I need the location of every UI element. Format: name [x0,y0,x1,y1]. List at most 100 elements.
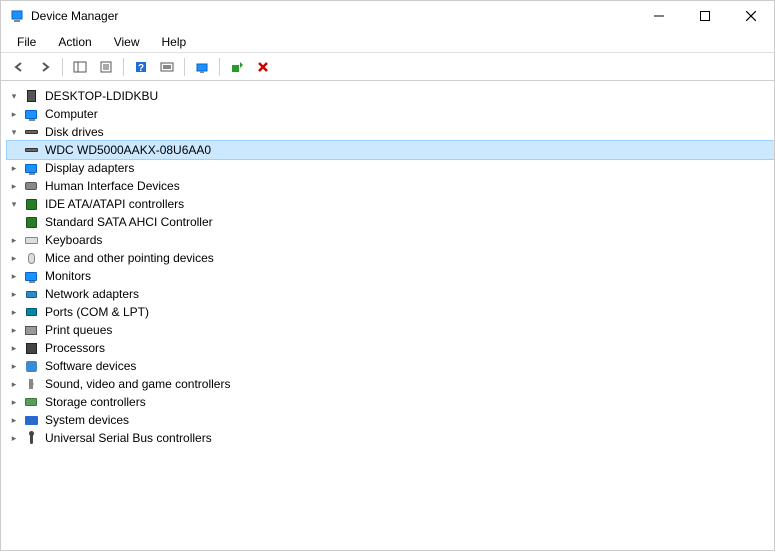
node-monitors[interactable]: ▸ Monitors [7,267,774,285]
node-software-devices[interactable]: ▸ Software devices [7,357,774,375]
node-label: DESKTOP-LDIDKBU [43,89,160,103]
node-disk-drives[interactable]: ▾ Disk drives [7,123,774,141]
node-label: Ports (COM & LPT) [43,305,151,319]
node-computer[interactable]: ▸ Computer [7,105,774,123]
node-label: Standard SATA AHCI Controller [43,215,215,229]
show-hide-tree-button[interactable] [68,55,92,79]
cpu-icon [23,340,39,356]
node-sound[interactable]: ▸ Sound, video and game controllers [7,375,774,393]
menu-action[interactable]: Action [48,33,101,51]
menu-bar: File Action View Help [1,31,774,53]
node-label: Disk drives [43,125,106,139]
node-label: WDC WD5000AAKX-08U6AA0 [43,143,213,157]
device-tree[interactable]: ▾ DESKTOP-LDIDKBU ▸ Computer ▾ Disk driv… [1,81,774,550]
chevron-right-icon[interactable]: ▸ [7,305,21,319]
node-sata-controller[interactable]: ▸ Standard SATA AHCI Controller [7,213,774,231]
node-label: Processors [43,341,107,355]
audio-icon [23,376,39,392]
menu-help[interactable]: Help [152,33,197,51]
node-label: Sound, video and game controllers [43,377,232,391]
printer-icon [23,322,39,338]
chevron-right-icon[interactable]: ▸ [7,161,21,175]
tree-root[interactable]: ▾ DESKTOP-LDIDKBU [7,87,774,105]
chevron-right-icon[interactable]: ▸ [7,341,21,355]
monitor-icon [23,160,39,176]
node-label: Keyboards [43,233,104,247]
window-controls [636,1,774,31]
chevron-right-icon[interactable]: ▸ [7,395,21,409]
chevron-right-icon[interactable]: ▸ [7,251,21,265]
system-icon [23,412,39,428]
minimize-button[interactable] [636,1,682,31]
chevron-right-icon[interactable]: ▸ [7,179,21,193]
keyboard-icon [23,232,39,248]
menu-view[interactable]: View [104,33,150,51]
forward-button[interactable] [33,55,57,79]
computer-icon [23,88,39,104]
toolbar-separator [219,58,220,76]
node-mice[interactable]: ▸ Mice and other pointing devices [7,249,774,267]
node-ports[interactable]: ▸ Ports (COM & LPT) [7,303,774,321]
node-label: Computer [43,107,100,121]
enable-button[interactable] [225,55,249,79]
menu-file[interactable]: File [7,33,46,51]
scan-button[interactable] [155,55,179,79]
hid-icon [23,178,39,194]
chevron-right-icon[interactable]: ▸ [7,413,21,427]
monitor-icon [23,106,39,122]
update-driver-button[interactable] [190,55,214,79]
node-usb[interactable]: ▸ Universal Serial Bus controllers [7,429,774,447]
chevron-right-icon[interactable]: ▸ [7,359,21,373]
node-hid[interactable]: ▸ Human Interface Devices [7,177,774,195]
toolbar: ? [1,53,774,81]
properties-button[interactable] [94,55,118,79]
mouse-icon [23,250,39,266]
app-icon [9,8,25,24]
node-print-queues[interactable]: ▸ Print queues [7,321,774,339]
storage-icon [23,394,39,410]
uninstall-button[interactable] [251,55,275,79]
chevron-right-icon[interactable]: ▸ [7,431,21,445]
node-wdc-drive[interactable]: ▸ WDC WD5000AAKX-08U6AA0 [7,141,774,159]
node-label: IDE ATA/ATAPI controllers [43,197,186,211]
chevron-right-icon[interactable]: ▸ [7,377,21,391]
node-display-adapters[interactable]: ▸ Display adapters [7,159,774,177]
node-label: Storage controllers [43,395,148,409]
network-icon [23,286,39,302]
node-processors[interactable]: ▸ Processors [7,339,774,357]
chip-icon [23,214,39,230]
chevron-right-icon[interactable]: ▸ [7,233,21,247]
node-label: Monitors [43,269,93,283]
node-storage-controllers[interactable]: ▸ Storage controllers [7,393,774,411]
node-network[interactable]: ▸ Network adapters [7,285,774,303]
node-keyboards[interactable]: ▸ Keyboards [7,231,774,249]
chevron-right-icon[interactable]: ▸ [7,269,21,283]
maximize-button[interactable] [682,1,728,31]
node-label: Software devices [43,359,138,373]
node-label: Universal Serial Bus controllers [43,431,214,445]
chevron-right-icon[interactable]: ▸ [7,287,21,301]
chevron-down-icon[interactable]: ▾ [7,89,21,103]
node-label: Human Interface Devices [43,179,182,193]
toolbar-separator [184,58,185,76]
node-label: System devices [43,413,131,427]
node-label: Print queues [43,323,114,337]
chevron-down-icon[interactable]: ▾ [7,125,21,139]
node-label: Network adapters [43,287,141,301]
node-system-devices[interactable]: ▸ System devices [7,411,774,429]
chevron-down-icon[interactable]: ▾ [7,197,21,211]
toolbar-separator [123,58,124,76]
port-icon [23,304,39,320]
monitor-icon [23,268,39,284]
back-button[interactable] [7,55,31,79]
window-title: Device Manager [31,9,636,23]
node-label: Mice and other pointing devices [43,251,216,265]
toolbar-separator [62,58,63,76]
chip-icon [23,196,39,212]
help-button[interactable]: ? [129,55,153,79]
node-ide[interactable]: ▾ IDE ATA/ATAPI controllers [7,195,774,213]
close-button[interactable] [728,1,774,31]
svg-text:?: ? [138,63,144,74]
chevron-right-icon[interactable]: ▸ [7,107,21,121]
chevron-right-icon[interactable]: ▸ [7,323,21,337]
